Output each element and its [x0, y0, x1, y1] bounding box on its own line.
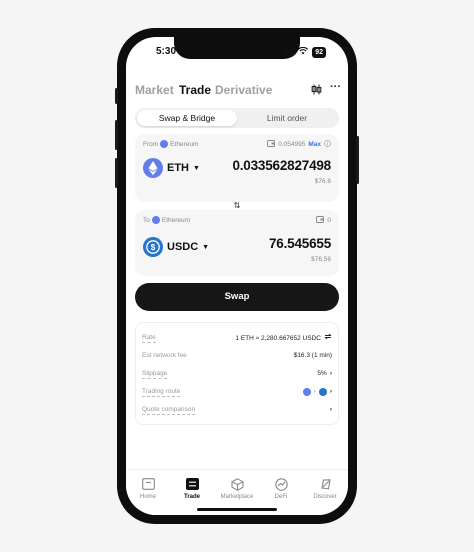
to-label: To — [143, 216, 150, 224]
top-tabs: Market Trade Derivative ··· — [126, 81, 348, 99]
network-fee-row: Est network fee $16.3 (1 min) — [142, 351, 332, 361]
wallet-icon — [267, 140, 276, 149]
nav-defi[interactable]: DeFi — [261, 477, 301, 500]
slippage-value: 5% — [317, 370, 327, 377]
from-token-symbol: ETH — [167, 162, 189, 174]
marketplace-icon — [217, 477, 257, 491]
trading-route-row[interactable]: Trading route › › — [142, 387, 332, 397]
app-screen: 5:30 92 Market Trade Derivative ··· Swap… — [126, 37, 348, 515]
nav-trade[interactable]: Trade — [172, 477, 212, 500]
swap-mode-segmented: Swap & Bridge Limit order — [135, 108, 339, 128]
from-balance: 0.054995 — [278, 141, 306, 148]
from-amount-input[interactable]: 0.033562827498 — [232, 158, 331, 173]
trade-details-panel: Rate 1 ETH ≈ 2,280.667652 USDC Est netwo… — [135, 322, 339, 425]
ethereum-network-icon — [160, 140, 169, 148]
from-card: From Ethereum 0.054995 Max ETH ▼ 0.03356… — [135, 134, 339, 202]
rate-label[interactable]: Rate — [142, 333, 156, 343]
nav-discover[interactable]: Discover — [305, 477, 345, 500]
arrow-right-icon: › — [313, 388, 316, 395]
status-time: 5:30 — [156, 46, 177, 57]
to-balance: 0 — [327, 217, 331, 224]
volume-up-button — [115, 120, 118, 150]
power-button — [356, 136, 359, 184]
to-token-symbol: USDC — [167, 241, 199, 253]
info-icon[interactable] — [324, 140, 331, 149]
chevron-down-icon: ▼ — [193, 164, 200, 172]
from-fiat-value: $76.6 — [314, 178, 331, 185]
battery-icon: 92 — [312, 47, 326, 58]
nav-marketplace[interactable]: Marketplace — [217, 477, 257, 500]
to-fiat-value: $76.56 — [311, 256, 331, 263]
chevron-right-icon: › — [329, 370, 332, 377]
to-network[interactable]: Ethereum — [162, 217, 190, 224]
ethereum-network-icon — [151, 216, 160, 224]
wallet-icon — [128, 477, 168, 491]
home-indicator[interactable] — [197, 508, 277, 511]
network-fee-value: $16.3 (1 min) — [293, 352, 332, 359]
network-fee-label: Est network fee — [142, 352, 187, 359]
chart-candles-icon[interactable] — [311, 84, 322, 98]
usdc-token-icon[interactable]: $ — [143, 237, 163, 257]
chevron-down-icon: ▼ — [202, 243, 210, 251]
phone-frame: 5:30 92 Market Trade Derivative ··· Swap… — [115, 28, 359, 524]
usdc-route-icon — [318, 387, 327, 396]
chevron-right-icon: › — [329, 406, 332, 413]
trading-route-label[interactable]: Trading route — [142, 387, 181, 397]
tab-trade[interactable]: Trade — [179, 83, 211, 97]
to-amount-output: 76.545655 — [268, 236, 331, 251]
swap-button[interactable]: Swap — [135, 283, 339, 311]
svg-text:$: $ — [151, 243, 156, 252]
rate-row: Rate 1 ETH ≈ 2,280.667652 USDC — [142, 333, 332, 343]
segment-limit-order[interactable]: Limit order — [237, 110, 337, 126]
nav-home[interactable]: Home — [128, 477, 168, 500]
quote-comparison-label[interactable]: Quote comparison — [142, 405, 196, 415]
trade-icon — [172, 477, 212, 491]
rate-value: 1 ETH ≈ 2,280.667652 USDC — [235, 334, 321, 342]
chevron-right-icon: › — [329, 388, 332, 395]
slippage-label[interactable]: Slippage — [142, 369, 168, 379]
from-label: From — [143, 140, 159, 148]
to-token-selector[interactable]: USDC ▼ — [167, 241, 209, 253]
swap-direction-icon[interactable]: ⇅ — [229, 202, 245, 210]
volume-down-button — [115, 158, 118, 188]
segment-swap-bridge[interactable]: Swap & Bridge — [137, 110, 237, 126]
more-icon[interactable]: ··· — [330, 81, 341, 93]
slippage-row[interactable]: Slippage 5% › — [142, 369, 332, 379]
eth-route-icon — [302, 387, 311, 396]
discover-icon — [305, 477, 345, 491]
refresh-icon[interactable] — [324, 333, 332, 343]
side-button — [115, 88, 118, 104]
tab-derivative[interactable]: Derivative — [215, 83, 272, 97]
defi-icon — [261, 477, 301, 491]
from-network[interactable]: Ethereum — [170, 141, 198, 148]
wallet-icon — [316, 216, 325, 225]
status-bar: 5:30 92 — [126, 46, 348, 60]
wifi-icon — [298, 46, 309, 58]
from-token-selector[interactable]: ETH ▼ — [167, 162, 200, 174]
signal-icon — [283, 47, 295, 58]
to-card: To Ethereum 0 $ USDC ▼ 76.545655 $76.56 — [135, 210, 339, 276]
eth-token-icon[interactable] — [143, 158, 163, 178]
max-button[interactable]: Max — [308, 141, 321, 148]
quote-comparison-row[interactable]: Quote comparison › — [142, 405, 332, 415]
tab-market[interactable]: Market — [135, 83, 174, 97]
